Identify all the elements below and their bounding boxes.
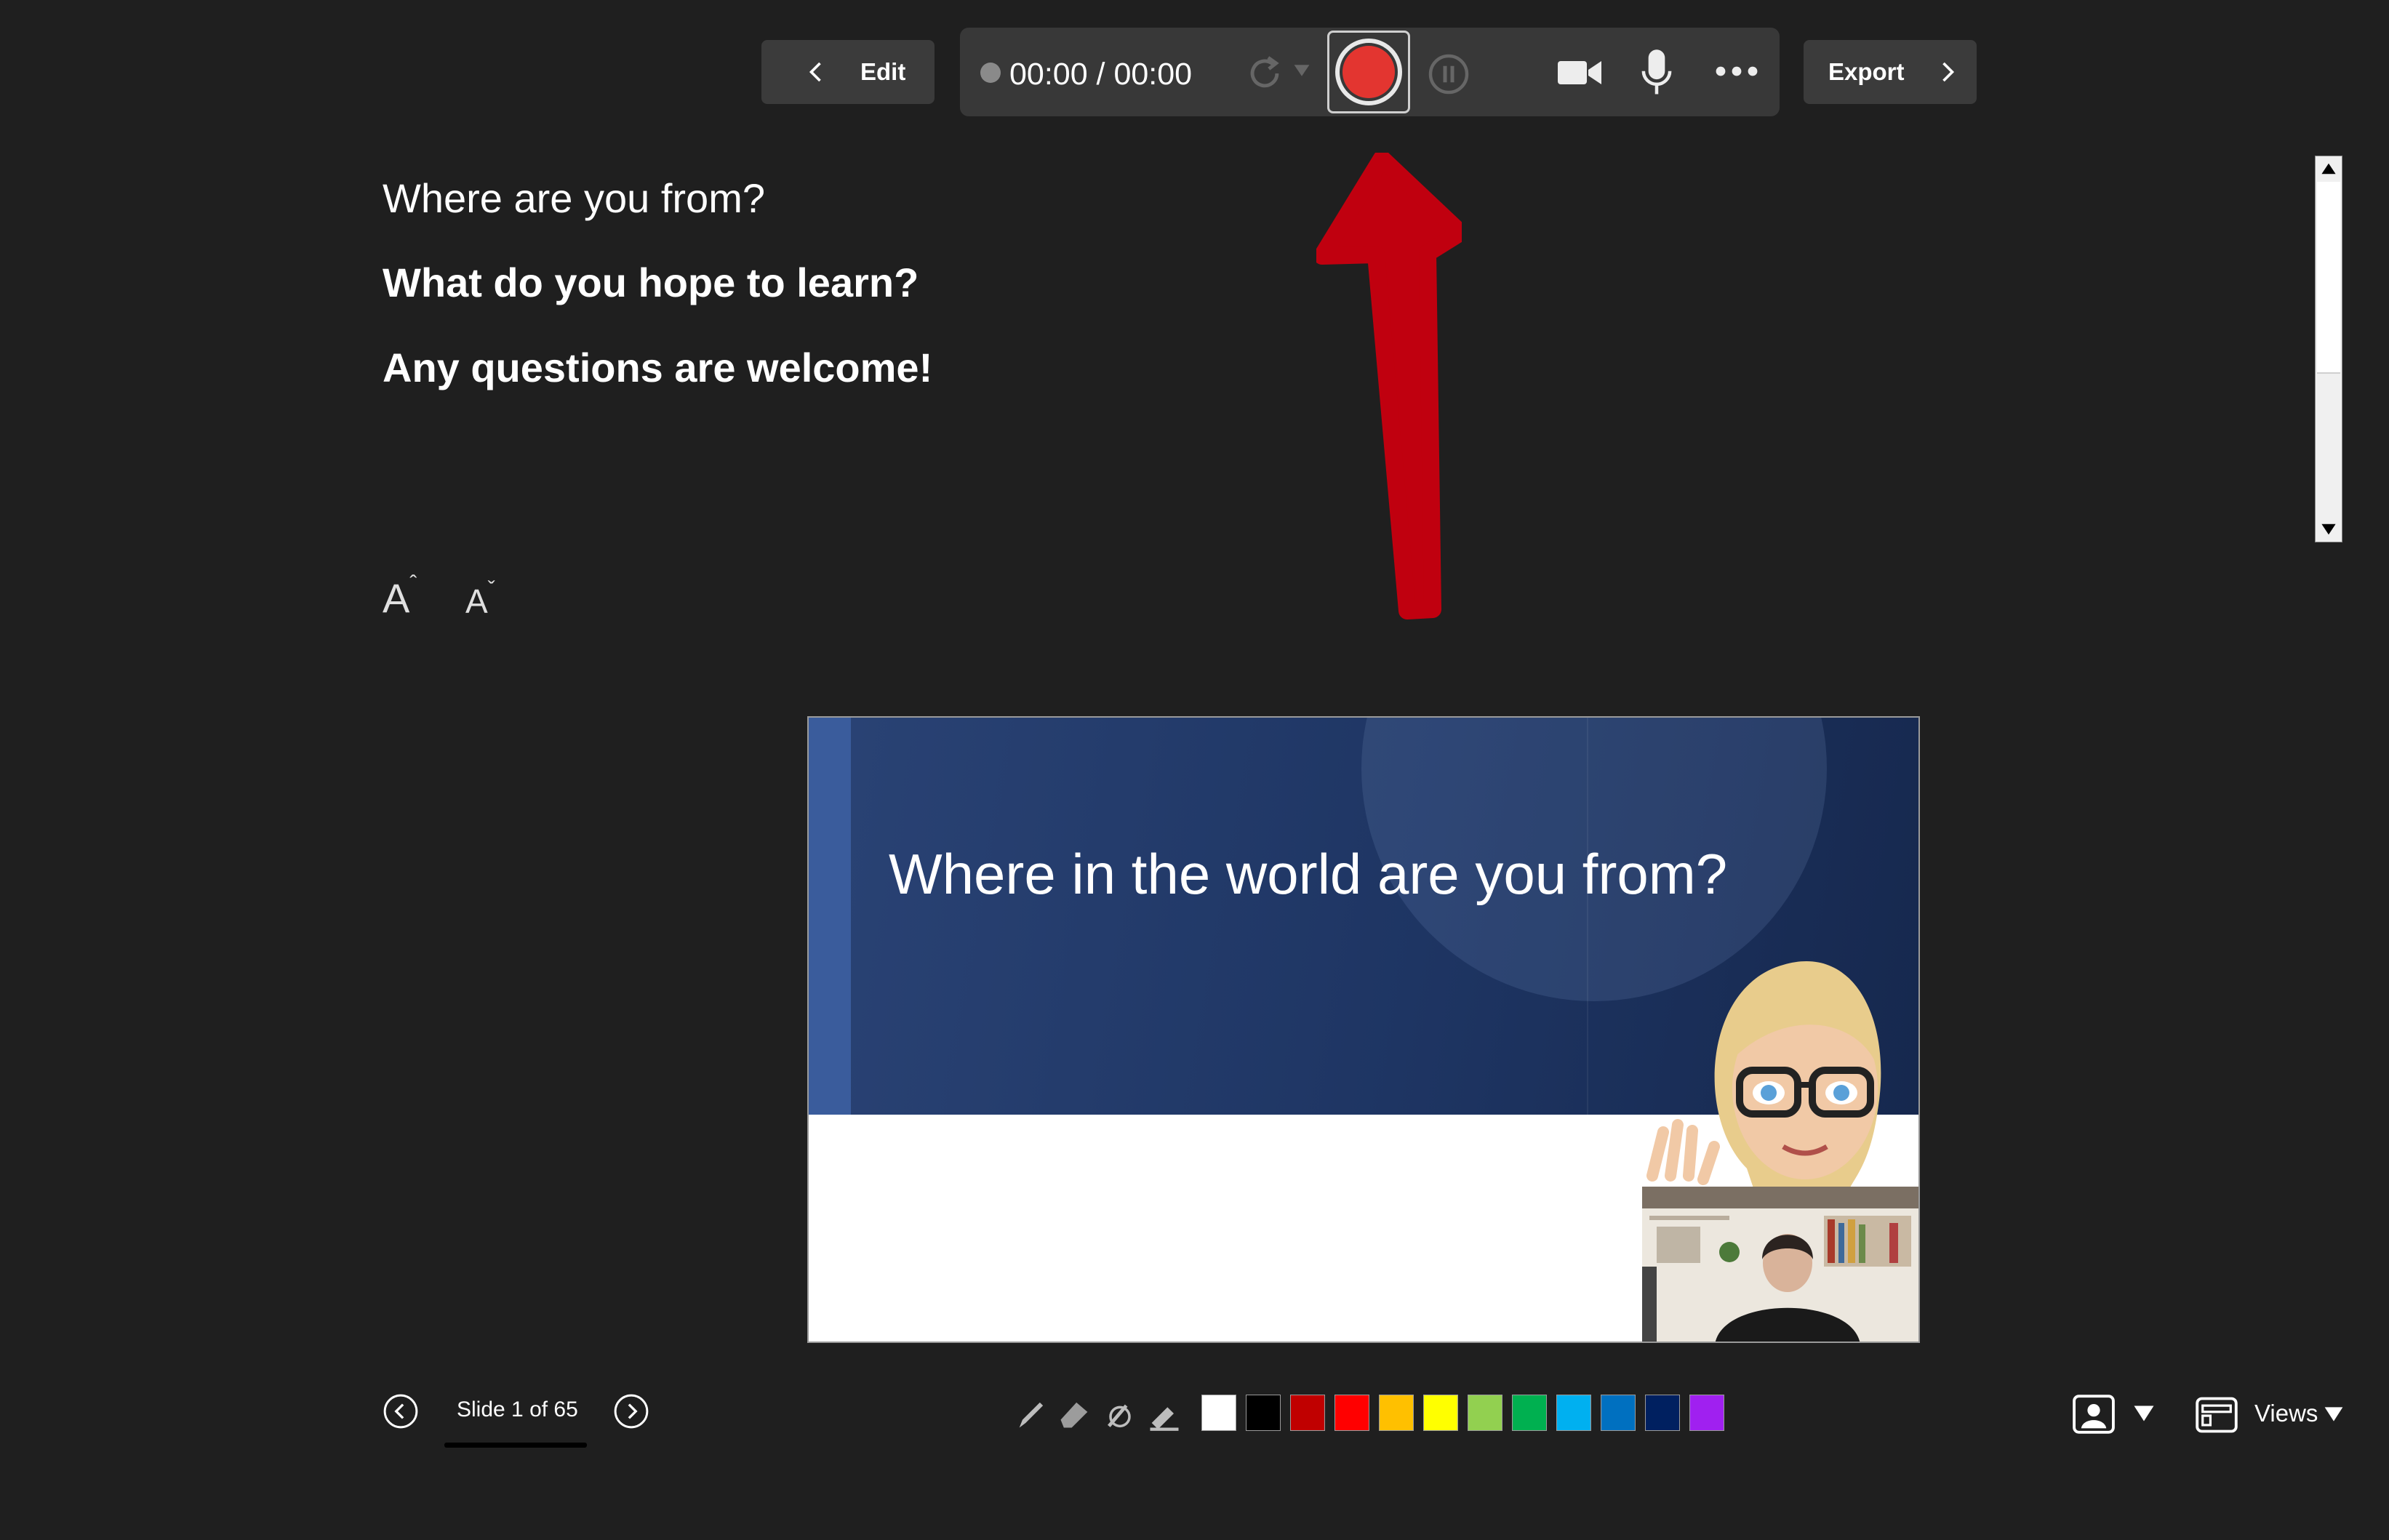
color-swatch-light-blue[interactable]	[1556, 1395, 1591, 1431]
export-button[interactable]: Export	[1804, 40, 1977, 104]
bitmoji-avatar	[1646, 961, 1881, 1190]
pause-icon[interactable]	[1427, 52, 1470, 96]
pen-icon[interactable]	[1013, 1395, 1051, 1432]
color-swatch-blue[interactable]	[1601, 1395, 1636, 1431]
decrease-font-button[interactable]: Aˇ	[465, 577, 495, 621]
eraser-icon[interactable]	[1056, 1395, 1094, 1432]
camera-layout-dropdown-icon[interactable]	[2133, 1405, 2155, 1422]
camera-icon[interactable]	[1556, 54, 1603, 92]
previous-slide-icon[interactable]	[383, 1393, 419, 1429]
webcam-preview	[1642, 1187, 1918, 1342]
color-swatch-navy[interactable]	[1645, 1395, 1680, 1431]
color-swatch-green[interactable]	[1512, 1395, 1547, 1431]
scrollbar-thumb[interactable]	[2317, 182, 2340, 374]
slide-counter-underline	[444, 1443, 587, 1448]
webcam-image	[1642, 1187, 1918, 1342]
retake-icon[interactable]	[1244, 52, 1286, 95]
views-button[interactable]: Views	[2254, 1400, 2318, 1427]
color-swatch-red[interactable]	[1334, 1395, 1369, 1431]
record-ring	[1335, 39, 1402, 105]
laser-pointer-icon[interactable]	[1101, 1395, 1139, 1432]
slide-accent-stripe	[809, 718, 851, 1115]
camera-layout-icon[interactable]	[2071, 1394, 2116, 1435]
microphone-icon[interactable]	[1640, 48, 1673, 97]
color-swatch-purple[interactable]	[1689, 1395, 1724, 1431]
chevron-left-icon	[809, 62, 821, 82]
views-dropdown-icon[interactable]	[2324, 1406, 2344, 1422]
slide-title: Where in the world are you from?	[889, 842, 1728, 906]
views-icon[interactable]	[2195, 1396, 2238, 1434]
edit-label: Edit	[860, 58, 906, 85]
slide-preview: Where in the world are you from?	[807, 716, 1920, 1343]
retake-dropdown-icon[interactable]	[1292, 61, 1311, 80]
next-slide-icon[interactable]	[613, 1393, 649, 1429]
color-swatch-orange[interactable]	[1379, 1395, 1414, 1431]
recording-status-dot	[980, 63, 1001, 83]
recording-timer: 00:00 / 00:00	[1009, 57, 1193, 92]
more-options-icon[interactable]	[1715, 64, 1758, 79]
highlighter-icon[interactable]	[1145, 1395, 1183, 1432]
export-label: Export	[1828, 58, 1905, 85]
note-line: What do you hope to learn?	[383, 260, 919, 305]
color-swatch-black[interactable]	[1246, 1395, 1281, 1431]
color-swatch-yellow[interactable]	[1423, 1395, 1458, 1431]
chevron-right-icon	[1942, 62, 1954, 82]
slide-counter: Slide 1 of 65	[457, 1397, 578, 1421]
views-label: Views	[2254, 1400, 2318, 1427]
increase-font-button[interactable]: Aˆ	[383, 572, 417, 622]
red-arrow-annotation	[1316, 153, 1462, 619]
color-swatch-dark-red[interactable]	[1290, 1395, 1325, 1431]
note-line: Where are you from?	[383, 175, 765, 221]
color-swatch-white[interactable]	[1201, 1395, 1236, 1431]
scroll-up-icon[interactable]	[2320, 161, 2337, 176]
record-icon	[1342, 46, 1395, 98]
scroll-down-icon[interactable]	[2320, 522, 2337, 537]
note-line: Any questions are welcome!	[383, 345, 933, 390]
slide-decor-line	[1587, 718, 1588, 1115]
color-swatch-light-green[interactable]	[1468, 1395, 1502, 1431]
edit-button[interactable]: Edit	[761, 40, 935, 104]
record-button[interactable]	[1327, 31, 1410, 113]
